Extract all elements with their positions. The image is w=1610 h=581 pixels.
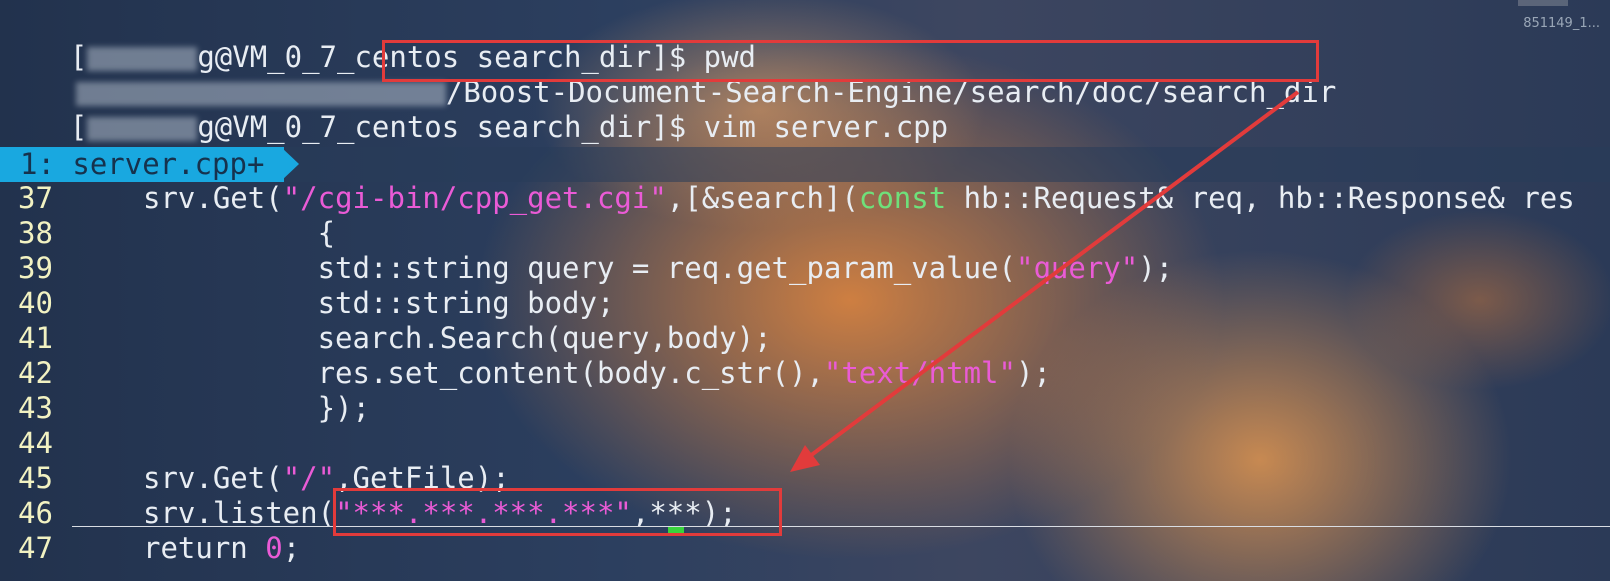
annotation-arrow bbox=[790, 90, 1300, 472]
terminal-window[interactable]: 851149_1... [g@VM_0_7_centos search_dir]… bbox=[0, 0, 1610, 581]
arrow-shaft bbox=[800, 90, 1300, 464]
arrow-head bbox=[790, 445, 820, 472]
